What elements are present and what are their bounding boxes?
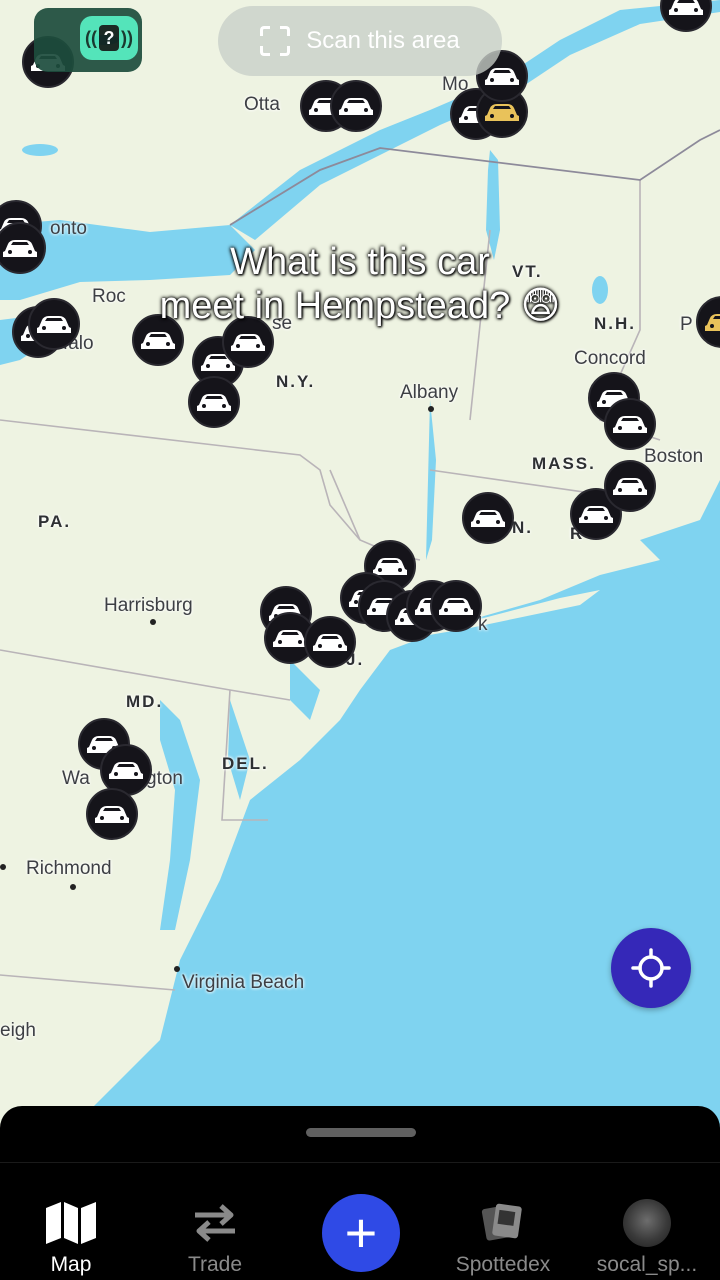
- tab-profile[interactable]: socal_sp...: [582, 1163, 712, 1280]
- car-meet-pin[interactable]: [604, 398, 656, 450]
- video-caption: What is this car meet in Hempstead? 😨: [0, 240, 720, 328]
- bottom-sheet[interactable]: [0, 1106, 720, 1166]
- car-icon: [197, 394, 231, 411]
- cards-icon: [480, 1199, 526, 1247]
- state-label-mass: MASS.: [532, 454, 596, 473]
- car-meet-pin[interactable]: [604, 460, 656, 512]
- nfc-badge[interactable]: ((?)): [34, 8, 142, 72]
- city-dot-harrisburg: [150, 619, 156, 625]
- car-icon: [109, 762, 143, 779]
- city-label-toronto: onto: [50, 218, 87, 239]
- tab-profile-label: socal_sp...: [596, 1253, 698, 1276]
- city-dot-virginia-beach: [174, 966, 180, 972]
- car-meet-pin[interactable]: [304, 616, 356, 668]
- car-icon: [141, 332, 175, 349]
- add-spot-button[interactable]: +: [322, 1194, 400, 1272]
- gold-car-icon: [485, 104, 519, 121]
- state-label-md: MD.: [126, 692, 164, 711]
- car-icon: [231, 334, 265, 351]
- car-icon: [613, 416, 647, 433]
- city-dot-richmond: [70, 884, 76, 890]
- car-meet-pin[interactable]: [330, 80, 382, 132]
- city-label-nyc: k: [478, 614, 488, 635]
- swap-arrows-icon: [191, 1199, 239, 1247]
- map-icon: [44, 1199, 98, 1247]
- scan-area-button[interactable]: Scan this area: [218, 6, 502, 76]
- map-view[interactable]: Otta Mo onto Roc ffalo se N.Y. VT. N.H. …: [0, 0, 720, 1160]
- car-icon: [313, 634, 347, 651]
- city-label-boston: Boston: [644, 446, 704, 467]
- tab-map-label: Map: [50, 1253, 92, 1276]
- scan-frame-icon: [260, 26, 291, 56]
- avatar: [623, 1199, 671, 1247]
- state-label-pa: PA.: [38, 512, 72, 531]
- car-meet-pin[interactable]: [188, 376, 240, 428]
- city-label-concord: Concord: [574, 348, 646, 369]
- city-label-washington: Wa: [62, 768, 90, 789]
- scan-area-label: Scan this area: [306, 27, 460, 54]
- state-label-del: DEL.: [222, 754, 269, 773]
- city-label-harrisburg: Harrisburg: [104, 595, 193, 616]
- caption-line-2: meet in Hempstead? 😨: [159, 285, 561, 327]
- tab-map[interactable]: Map: [6, 1163, 136, 1280]
- car-icon: [339, 98, 373, 115]
- city-label-richmond: Richmond: [26, 858, 112, 879]
- car-icon: [95, 806, 129, 823]
- car-icon: [669, 0, 703, 15]
- car-meet-pin[interactable]: [462, 492, 514, 544]
- car-icon: [439, 598, 473, 615]
- state-label-ny: N.Y.: [276, 372, 316, 391]
- car-meet-pin[interactable]: [86, 788, 138, 840]
- crosshair-icon: [631, 948, 671, 988]
- city-dot-edge: [0, 864, 6, 870]
- city-dot-albany: [428, 406, 434, 412]
- city-label-virginia-beach: Virginia Beach: [182, 972, 305, 993]
- car-meet-pin[interactable]: [430, 580, 482, 632]
- tab-spottedex[interactable]: Spottedex: [438, 1163, 568, 1280]
- tab-spottedex-label: Spottedex: [455, 1253, 551, 1276]
- nfc-icon: ((?)): [80, 16, 138, 60]
- tab-trade[interactable]: Trade: [150, 1163, 280, 1280]
- tab-trade-label: Trade: [187, 1253, 243, 1276]
- car-icon: [613, 478, 647, 495]
- locate-me-button[interactable]: [611, 928, 691, 1008]
- car-icon: [471, 510, 505, 527]
- caption-line-1: What is this car: [230, 241, 490, 283]
- car-icon: [579, 506, 613, 523]
- city-label-albany: Albany: [400, 382, 459, 403]
- sheet-drag-handle[interactable]: [306, 1128, 416, 1137]
- city-label-raleigh: eigh: [0, 1020, 36, 1041]
- plus-icon: +: [344, 1201, 378, 1264]
- state-label-ct: N.: [512, 518, 533, 537]
- city-label-ottawa: Otta: [244, 94, 280, 115]
